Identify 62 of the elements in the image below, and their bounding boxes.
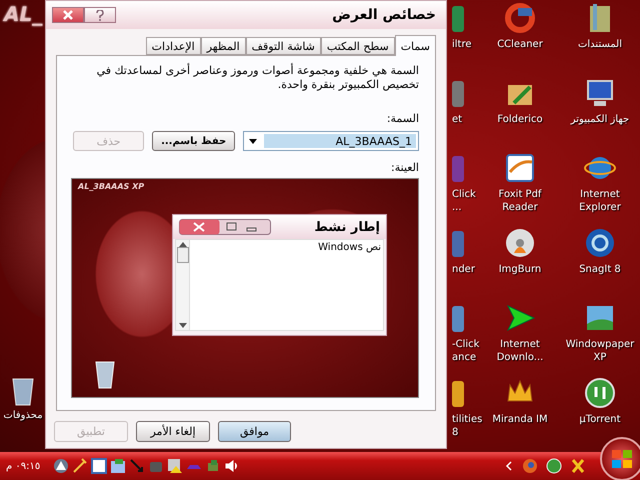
icon-label[interactable]: µTorrent [579,413,621,426]
sample-window-title: إطار نشط [314,220,380,234]
icon-label[interactable]: المستندات [578,38,622,51]
tab[interactable]: الإعدادات [146,37,201,55]
close-button[interactable] [52,7,84,23]
circle-icon[interactable] [546,458,562,474]
icon-label[interactable]: Windowpaper XP [566,338,634,364]
theme-dropdown[interactable]: AL_3BAAAS_1 [243,131,419,151]
dialog-button[interactable]: إلغاء الأمر [136,421,210,442]
logo-text: AL_ [4,2,42,26]
trash-icon [94,359,116,389]
help-icon [96,10,104,20]
icon-label[interactable]: Folderico [497,113,543,126]
clock[interactable]: ٠٩:١٥ م [6,460,40,472]
circle-icon [584,377,616,409]
triangle-icon [504,302,536,334]
document-icon [504,152,536,184]
tab[interactable]: شاشة التوقف [246,37,321,55]
icon-label[interactable]: -Click ance [452,338,480,364]
window-title: خصائص العرض [332,7,436,23]
ring-icon [504,2,536,34]
help-button[interactable] [84,7,116,23]
window-controls-icon [179,219,271,235]
scroll-up-arrow-icon[interactable] [178,242,186,247]
window-icon[interactable] [91,458,108,474]
icon-label[interactable]: محذوفات [3,409,43,422]
icon-label[interactable]: et [452,113,462,126]
theme-button[interactable]: حفظ باسم... [152,131,236,151]
icon-label[interactable]: Miranda IM [492,413,548,426]
icon-label[interactable]: Foxit Pdf Reader [498,188,542,214]
disc-icon [504,227,536,259]
icon-label[interactable]: tilities 8 [452,413,482,439]
computer-icon [584,77,616,109]
icon-label[interactable]: SnagIt 8 [579,263,621,276]
icon-label[interactable]: iltre [452,38,472,51]
icon-label[interactable]: CCleaner [497,38,543,51]
tab[interactable]: سطح المكتب [320,37,395,55]
trash-icon[interactable] [11,376,35,406]
ring-icon [584,227,616,259]
preview-caption: AL_3BAAAS XP [78,182,144,191]
close-icon [63,10,73,20]
icon-label[interactable]: nder [452,263,475,276]
dialog-button[interactable]: موافق [218,421,291,442]
windows-logo-icon [611,449,633,469]
window-icon[interactable] [110,458,126,474]
sample-text: نص Windows [317,241,382,255]
arrow-icon[interactable] [129,458,146,474]
warning-icon[interactable] [167,458,184,474]
field-label: السمة: [386,112,419,125]
icon-label[interactable]: ImgBurn [498,263,542,276]
scroll-thumb[interactable] [176,247,188,263]
field-label: العينة: [390,161,419,174]
scroll-down-arrow-icon[interactable] [178,323,186,328]
wand-icon[interactable] [72,458,88,474]
tab[interactable]: المظهر [200,37,246,55]
tab[interactable]: سمات [394,35,436,56]
description-text: السمة هي خلفية ومجموعة أصوات ورموز وعناصر أخرى لمساعدتك في تخصيص الكمبيوتر بنقرة واحدة. [96,64,419,92]
start-button[interactable] [600,437,640,480]
icon-label[interactable]: Click ... [452,188,476,214]
icon-label[interactable]: جهاز الكمبيوتر [570,113,630,126]
icon-label[interactable]: Internet Explorer [579,188,621,214]
icon-label[interactable]: Internet Downlo... [496,338,544,364]
